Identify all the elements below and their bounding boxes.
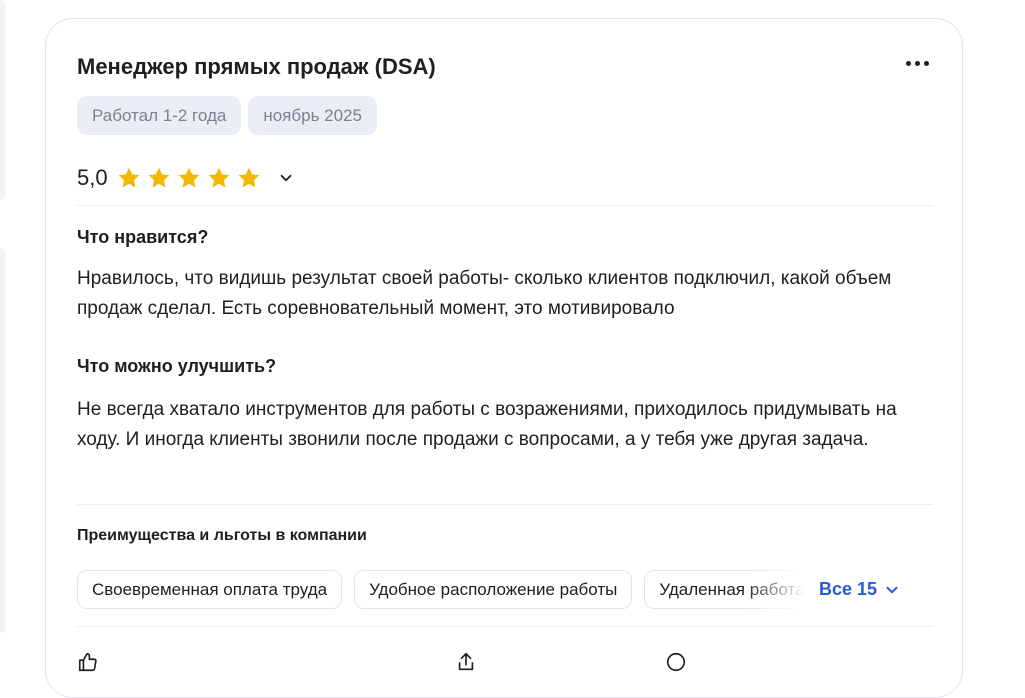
- tag-work-duration: Работал 1-2 года: [77, 96, 242, 135]
- review-tags: Работал 1-2 года ноябрь 2025: [77, 96, 377, 135]
- likes-heading: Что нравится?: [77, 227, 209, 247]
- star-icon: [238, 167, 259, 188]
- divider: [77, 205, 933, 206]
- benefit-chips: Своевременная оплата труда Удобное распо…: [77, 570, 805, 609]
- benefit-chip[interactable]: Удаленная работа: [644, 570, 805, 609]
- benefit-chip[interactable]: Удобное расположение работы: [354, 570, 633, 609]
- rating-stars: [116, 165, 262, 191]
- more-horizontal-icon: [905, 60, 911, 66]
- chevron-down-icon: [280, 174, 291, 182]
- rating-value: 5,0: [77, 165, 108, 190]
- comment-button[interactable]: [665, 651, 687, 673]
- tag-review-date: ноябрь 2025: [248, 96, 377, 135]
- rating-details-toggle[interactable]: [274, 166, 298, 190]
- show-all-benefits-button[interactable]: Все 15: [819, 579, 901, 600]
- divider: [77, 504, 933, 505]
- likes-text: Нравилось, что видишь результат своей ра…: [77, 268, 892, 319]
- comment-icon: [666, 652, 686, 672]
- star-icon: [178, 167, 199, 188]
- rating-row: 5,0: [77, 162, 298, 194]
- improve-text: Не всегда хватало инструментов для работ…: [77, 399, 897, 450]
- more-dot: [914, 60, 920, 66]
- benefits-row: Своевременная оплата труда Удобное распо…: [77, 570, 901, 609]
- benefits-heading: Преимущества и льготы в компании: [77, 527, 367, 544]
- left-edge-panel-bottom: [0, 248, 5, 633]
- share-button[interactable]: [455, 651, 477, 673]
- like-button[interactable]: [77, 651, 99, 673]
- review-card: Менеджер прямых продаж (DSA) Работал 1-2…: [45, 18, 963, 698]
- review-actions: [77, 649, 937, 679]
- improve-heading: Что можно улучшить?: [77, 356, 277, 376]
- chevron-down-icon: [886, 586, 898, 593]
- review-title: Менеджер прямых продаж (DSA): [77, 54, 436, 79]
- show-all-label: Все 15: [819, 579, 878, 599]
- divider: [77, 626, 933, 627]
- share-icon: [458, 652, 474, 671]
- more-options-button[interactable]: [902, 49, 932, 77]
- star-icon: [118, 167, 139, 188]
- thumbs-up-icon: [78, 652, 97, 672]
- more-dot: [923, 60, 929, 66]
- benefit-chip[interactable]: Своевременная оплата труда: [77, 570, 343, 609]
- left-edge-panel-top: [0, 0, 5, 200]
- star-icon: [208, 167, 229, 188]
- star-icon: [148, 167, 169, 188]
